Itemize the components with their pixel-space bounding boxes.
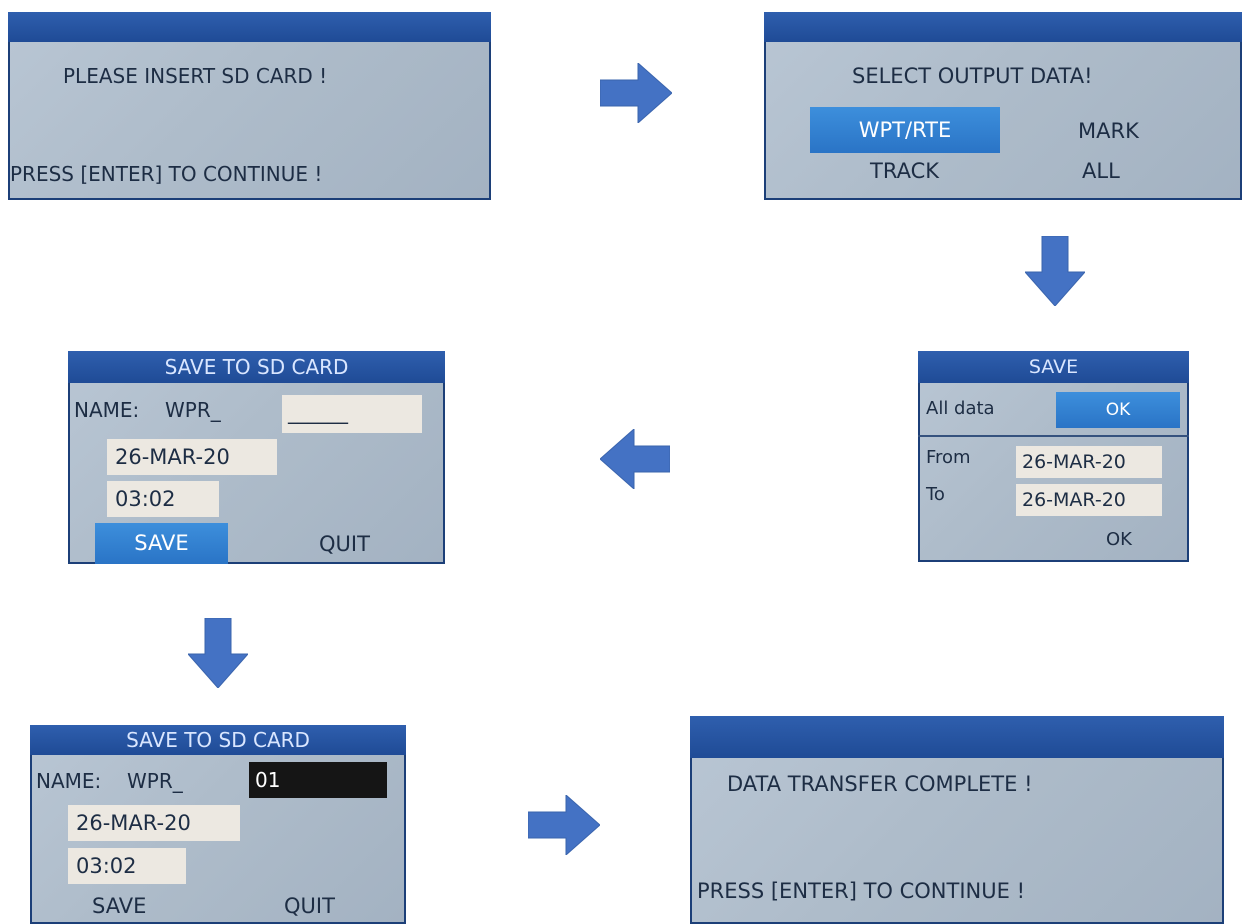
to-label: To xyxy=(926,484,945,505)
name-prefix: WPR_ xyxy=(127,769,183,793)
name-field[interactable]: 01 xyxy=(249,762,387,798)
time-field[interactable]: 03:02 xyxy=(68,848,186,884)
titlebar xyxy=(690,716,1224,758)
name-label: NAME: xyxy=(74,398,140,422)
save-button[interactable]: SAVE xyxy=(95,523,228,564)
save-range-screen: SAVE All data OK From 26-MAR-20 To 26-MA… xyxy=(918,351,1189,562)
name-label: NAME: xyxy=(36,769,102,793)
name-prefix: WPR_ xyxy=(165,398,221,422)
insert-card-message: PLEASE INSERT SD CARD ! xyxy=(63,64,328,88)
quit-button[interactable]: QUIT xyxy=(319,532,370,556)
down-arrow-icon xyxy=(188,618,248,688)
all-data-label: All data xyxy=(926,398,995,419)
insert-card-screen: PLEASE INSERT SD CARD ! PRESS [ENTER] TO… xyxy=(8,12,491,200)
transfer-complete-screen: DATA TRANSFER COMPLETE ! PRESS [ENTER] T… xyxy=(690,716,1224,924)
titlebar xyxy=(8,12,491,42)
save-button[interactable]: SAVE xyxy=(92,894,146,918)
save-sd-screen-filled: SAVE TO SD CARD NAME: WPR_ 01 26-MAR-20 … xyxy=(30,725,406,924)
right-arrow-icon xyxy=(528,795,600,855)
save-title: SAVE xyxy=(918,351,1189,383)
continue-prompt: PRESS [ENTER] TO CONTINUE ! xyxy=(10,162,323,186)
date-field[interactable]: 26-MAR-20 xyxy=(107,439,277,475)
titlebar xyxy=(764,12,1242,42)
from-label: From xyxy=(926,447,971,468)
option-wpt-rte[interactable]: WPT/RTE xyxy=(810,107,1000,153)
option-track[interactable]: TRACK xyxy=(870,159,939,183)
time-field[interactable]: 03:02 xyxy=(107,481,219,517)
continue-prompt: PRESS [ENTER] TO CONTINUE ! xyxy=(697,879,1025,903)
name-field[interactable]: ______ xyxy=(282,395,422,433)
to-date-field[interactable]: 26-MAR-20 xyxy=(1016,484,1162,516)
option-all[interactable]: ALL xyxy=(1082,159,1120,183)
from-date-field[interactable]: 26-MAR-20 xyxy=(1016,446,1162,478)
all-data-ok-button[interactable]: OK xyxy=(1056,392,1180,428)
ok-button[interactable]: OK xyxy=(1106,529,1132,550)
quit-button[interactable]: QUIT xyxy=(284,894,335,918)
save-sd-title: SAVE TO SD CARD xyxy=(68,351,445,383)
select-output-title: SELECT OUTPUT DATA! xyxy=(852,64,1093,88)
save-sd-screen-blank: SAVE TO SD CARD NAME: WPR_ ______ 26-MAR… xyxy=(68,351,445,564)
down-arrow-icon xyxy=(1025,236,1085,306)
save-sd-title: SAVE TO SD CARD xyxy=(30,725,406,755)
select-output-screen: SELECT OUTPUT DATA! WPT/RTE MARK TRACK A… xyxy=(764,12,1242,200)
right-arrow-icon xyxy=(600,63,672,123)
complete-message: DATA TRANSFER COMPLETE ! xyxy=(727,772,1033,796)
divider xyxy=(918,435,1189,437)
date-field[interactable]: 26-MAR-20 xyxy=(68,805,240,841)
option-mark[interactable]: MARK xyxy=(1078,119,1139,143)
left-arrow-icon xyxy=(600,429,670,489)
